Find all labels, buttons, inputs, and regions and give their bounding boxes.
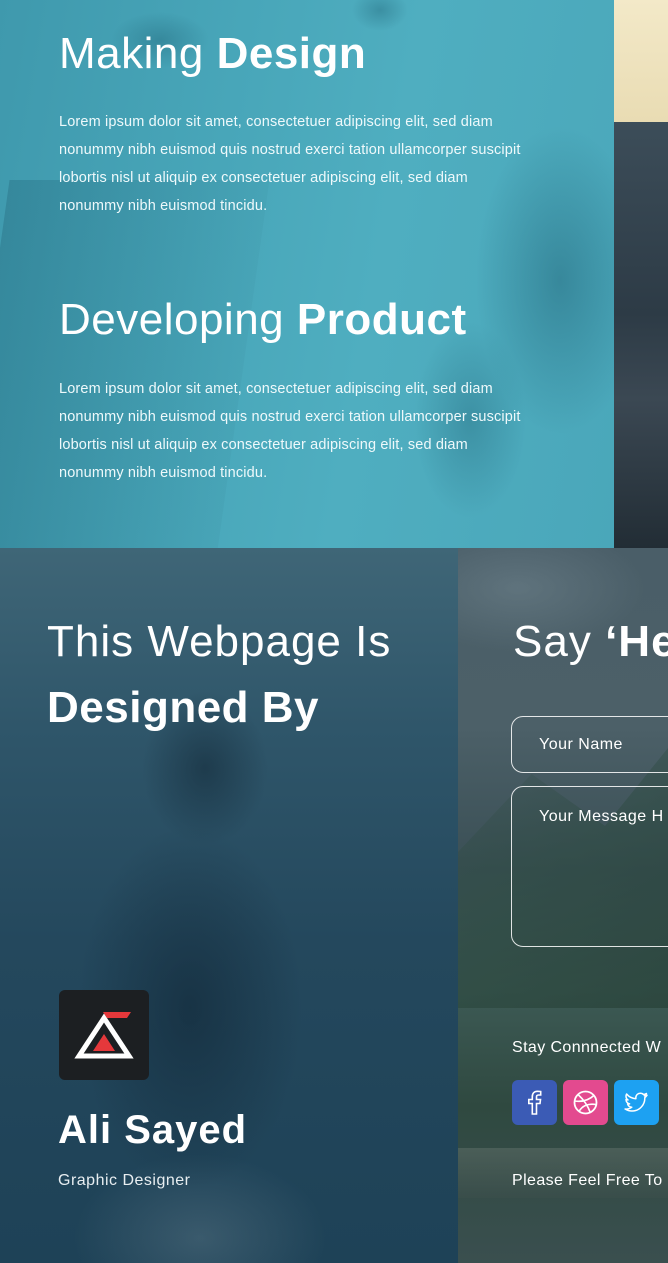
twitter-icon — [624, 1092, 648, 1112]
facebook-button[interactable] — [512, 1080, 557, 1125]
triangle-logo-icon — [59, 990, 149, 1080]
name-input[interactable]: Your Name — [511, 716, 668, 773]
feel-free-text: Please Feel Free To — [512, 1172, 663, 1189]
side-photo-bottom — [614, 122, 668, 548]
dribbble-button[interactable] — [563, 1080, 608, 1125]
facebook-icon — [528, 1090, 542, 1115]
feature-heading-bold: Design — [216, 29, 367, 78]
feature-heading-light: Making — [59, 29, 204, 78]
side-photo-top — [614, 0, 668, 122]
designer-title: This Webpage Is — [47, 617, 392, 666]
designer-role: Graphic Designer — [58, 1172, 191, 1189]
features-section: Making Design Lorem ipsum dolor sit amet… — [0, 0, 668, 548]
stay-connected-label: Stay Connnected W — [512, 1039, 662, 1056]
contact-title: Say ‘He — [513, 620, 668, 664]
message-textarea[interactable]: Your Message H — [511, 786, 668, 947]
contact-title-bold: ‘He — [605, 617, 668, 666]
designer-name: Ali Sayed — [58, 1108, 248, 1152]
feature-description: Lorem ipsum dolor sit amet, consectetuer… — [59, 114, 521, 214]
feature-heading-bold: Product — [296, 295, 467, 344]
dribbble-icon — [573, 1090, 598, 1115]
feature-description: Lorem ipsum dolor sit amet, consectetuer… — [59, 381, 521, 481]
feature-heading-developing-product: Developing Product — [59, 298, 467, 342]
twitter-button[interactable] — [614, 1080, 659, 1125]
designer-title-bold: Designed By — [47, 683, 320, 732]
feature-heading-making-design: Making Design — [59, 32, 366, 76]
feature-heading-light: Developing — [59, 295, 285, 344]
contact-title-light: Say — [513, 617, 592, 666]
